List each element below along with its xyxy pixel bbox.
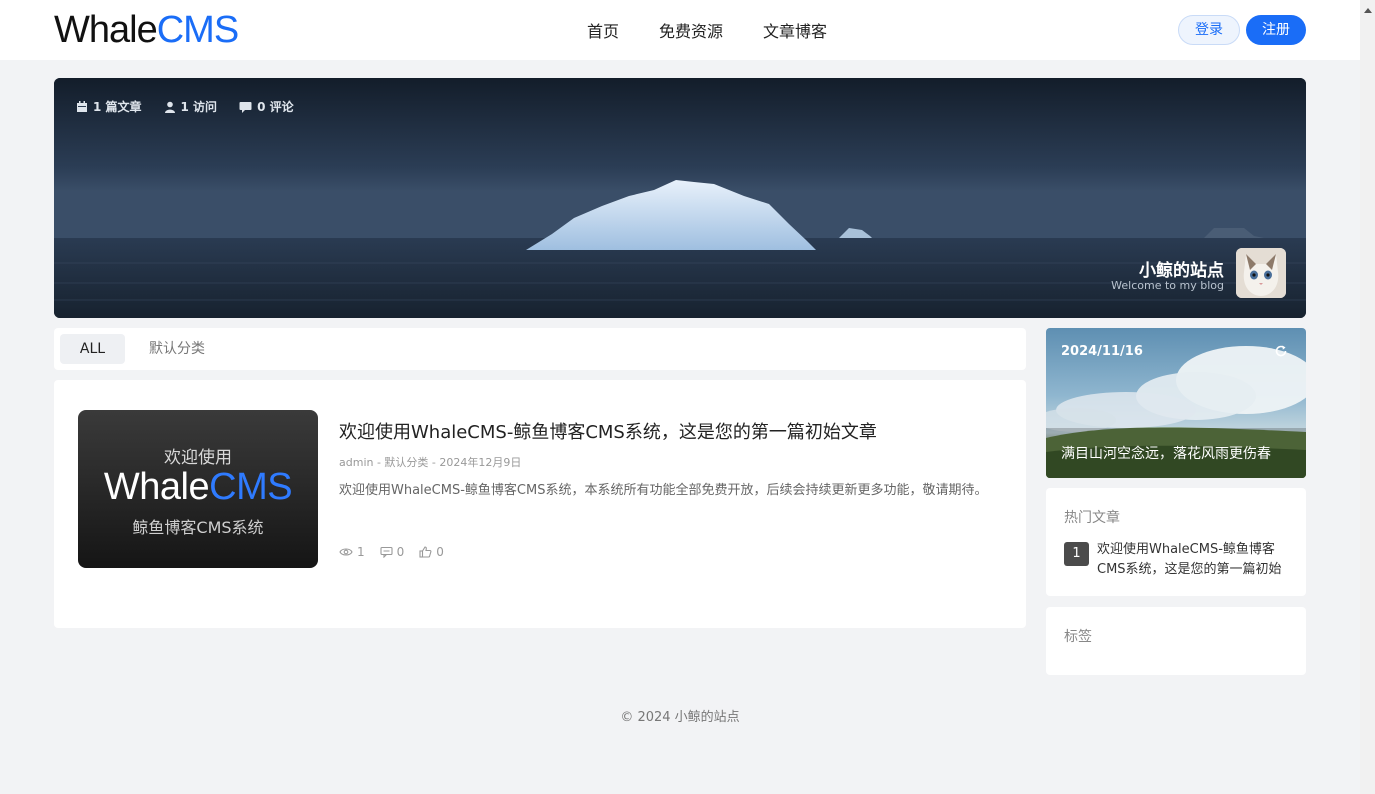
thumbnail-subtitle: 鲸鱼博客CMS系统 <box>132 518 264 537</box>
tab-default-category[interactable]: 默认分类 <box>149 334 205 364</box>
calendar-icon <box>77 100 87 112</box>
footer-copyright: © 2024 小鲸的站点 <box>620 710 740 725</box>
article-likes[interactable]: 0 <box>419 545 444 559</box>
daily-quote-widget: 2024/11/16 满目山河空念远，落花风雨更伤春 <box>1046 328 1306 478</box>
user-icon <box>164 101 175 113</box>
stat-comments: 0 评论 <box>239 98 294 115</box>
hot-article-rank: 1 <box>1064 542 1089 566</box>
hot-article-link[interactable]: 欢迎使用WhaleCMS-鲸鱼博客CMS系统，这是您的第一篇初始文章 <box>1097 540 1289 580</box>
hot-articles-panel: 热门文章 1 欢迎使用WhaleCMS-鲸鱼博客CMS系统，这是您的第一篇初始文… <box>1046 488 1306 596</box>
article-card: 欢迎使用 WhaleCMS 鲸鱼博客CMS系统 欢迎使用WhaleCMS-鲸鱼博… <box>54 380 1026 628</box>
stat-articles: 1 篇文章 <box>76 98 142 115</box>
tags-panel: 标签 <box>1046 607 1306 675</box>
article-title[interactable]: 欢迎使用WhaleCMS-鲸鱼博客CMS系统，这是您的第一篇初始文章 <box>339 418 877 444</box>
hot-articles-title: 热门文章 <box>1064 510 1120 526</box>
stat-visits: 1 访问 <box>164 98 218 115</box>
tab-all[interactable]: ALL <box>60 334 125 364</box>
article-comments[interactable]: 0 <box>380 545 405 559</box>
article-meta: admin - 默认分类 - 2024年12月9日 <box>339 456 522 469</box>
site-stats: 1 篇文章 1 访问 0 评论 <box>76 98 316 115</box>
comment-outline-icon <box>380 546 393 558</box>
site-avatar[interactable] <box>1236 248 1286 298</box>
eye-icon <box>339 548 353 556</box>
refresh-icon[interactable] <box>1274 344 1288 358</box>
category-tabs: ALL 默认分类 <box>54 328 1026 370</box>
scroll-up-arrow-icon[interactable] <box>1364 8 1372 13</box>
widget-quote: 满目山河空念远，落花风雨更伤春 <box>1061 446 1271 462</box>
thumbnail-logo-cms: CMS <box>209 466 293 508</box>
site-logo[interactable]: WhaleCMS <box>54 8 239 52</box>
cat-avatar-icon <box>1236 248 1286 298</box>
article-comments-count: 0 <box>396 545 405 559</box>
article-views-count: 1 <box>357 545 365 559</box>
thumbnail-logo: WhaleCMS <box>78 466 318 509</box>
page-footer: © 2024 小鲸的站点 <box>0 706 1360 725</box>
thumbnail-welcome-text: 欢迎使用 <box>164 448 232 468</box>
article-thumbnail[interactable]: 欢迎使用 WhaleCMS 鲸鱼博客CMS系统 <box>78 410 318 568</box>
stat-comments-text: 0 评论 <box>257 100 294 114</box>
top-header: WhaleCMS 首页 免费资源 文章博客 登录 注册 <box>0 0 1360 60</box>
stat-visits-text: 1 访问 <box>180 100 218 114</box>
nav-item-free-resources[interactable]: 免费资源 <box>659 18 723 42</box>
logo-text-cms: CMS <box>156 9 239 51</box>
stat-articles-text: 1 篇文章 <box>93 100 142 114</box>
nav-item-home[interactable]: 首页 <box>587 18 619 42</box>
hero-banner: 1 篇文章 1 访问 0 评论 小鲸的站点 Welcome to my blog <box>54 78 1306 318</box>
article-views: 1 <box>339 545 365 559</box>
comment-icon <box>239 101 252 113</box>
register-button[interactable]: 注册 <box>1246 15 1306 45</box>
thumbs-up-icon <box>419 546 432 558</box>
tags-title: 标签 <box>1064 629 1092 645</box>
article-excerpt: 欢迎使用WhaleCMS-鲸鱼博客CMS系统，本系统所有功能全部免费开放，后续会… <box>339 483 988 498</box>
thumbnail-logo-whale: Whale <box>103 466 210 508</box>
article-stats: 1 0 0 <box>339 545 459 559</box>
login-button[interactable]: 登录 <box>1178 15 1240 45</box>
logo-text-whale: Whale <box>54 9 158 51</box>
article-likes-count: 0 <box>436 545 444 559</box>
main-nav: 首页 免费资源 文章博客 <box>587 0 867 60</box>
nav-item-blog[interactable]: 文章博客 <box>763 18 827 42</box>
site-name: 小鲸的站点 <box>1139 261 1224 281</box>
page-scrollbar[interactable] <box>1360 0 1375 794</box>
widget-date: 2024/11/16 <box>1061 344 1143 359</box>
site-tagline: Welcome to my blog <box>1111 279 1224 292</box>
